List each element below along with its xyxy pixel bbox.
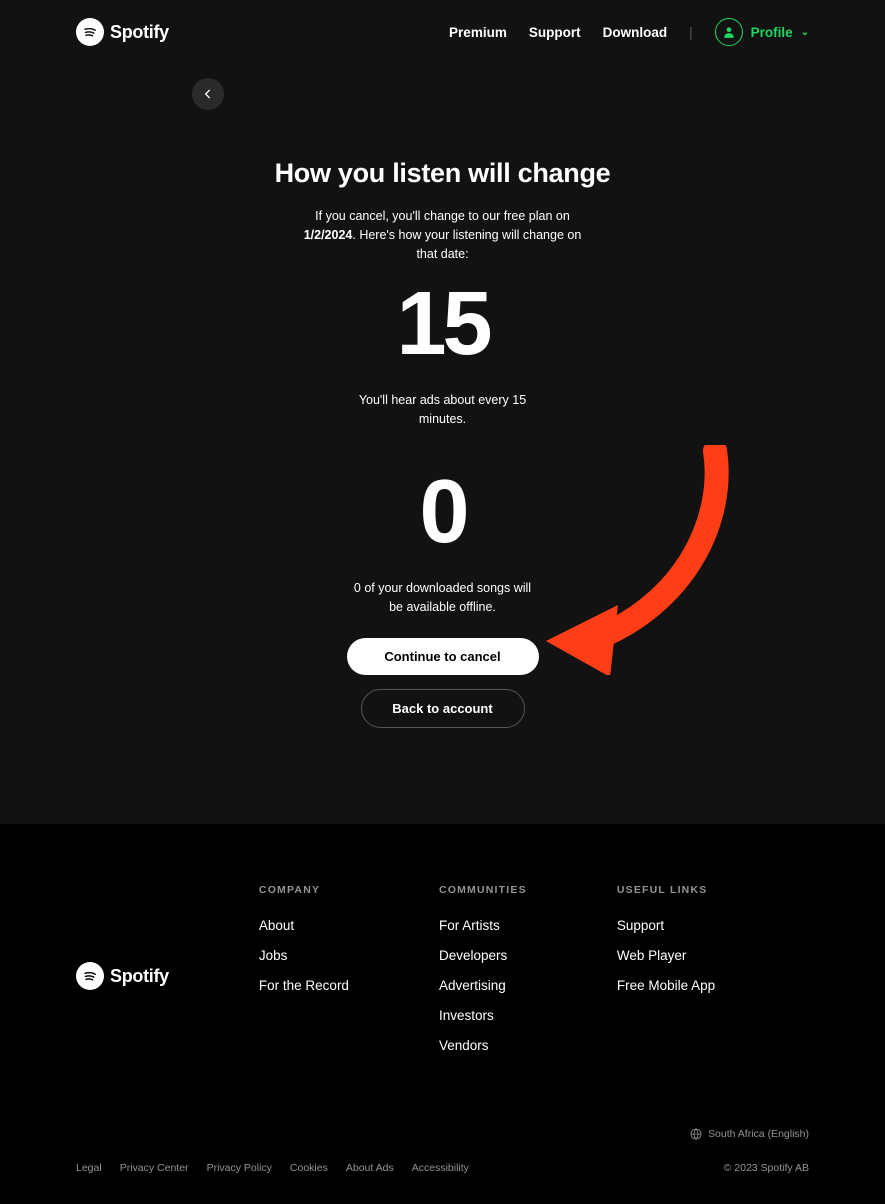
stat-downloads-number: 0	[0, 467, 885, 557]
locale-label: South Africa (English)	[708, 1128, 809, 1140]
brand-logo[interactable]: Spotify	[76, 18, 169, 46]
legal-link[interactable]: Accessibility	[412, 1162, 469, 1174]
chevron-down-icon: ⌄	[801, 27, 809, 38]
footer-link[interactable]: About	[259, 918, 349, 933]
footer-col-communities: COMMUNITIES For Artists Developers Adver…	[439, 884, 527, 1068]
copyright: © 2023 Spotify AB	[724, 1162, 809, 1174]
nav-download[interactable]: Download	[603, 25, 668, 40]
legal-link[interactable]: Privacy Policy	[207, 1162, 272, 1174]
legal-links: Legal Privacy Center Privacy Policy Cook…	[76, 1162, 469, 1174]
footer-col-useful: USEFUL LINKS Support Web Player Free Mob…	[617, 884, 715, 1068]
footer-link[interactable]: Support	[617, 918, 715, 933]
footer-link[interactable]: For the Record	[259, 978, 349, 993]
subtitle-prefix: If you cancel, you'll change to our free…	[315, 209, 570, 223]
stat-block-downloads: 0 0 of your downloaded songs will be ava…	[0, 467, 885, 617]
continue-cancel-button[interactable]: Continue to cancel	[347, 638, 539, 675]
footer-link[interactable]: Advertising	[439, 978, 527, 993]
avatar-icon	[715, 18, 743, 46]
footer-col-heading: COMPANY	[259, 884, 349, 896]
stat-downloads-text: 0 of your downloaded songs will be avail…	[353, 579, 533, 617]
chevron-left-icon	[201, 87, 215, 101]
locale-selector[interactable]: South Africa (English)	[76, 1128, 809, 1140]
footer-link[interactable]: Developers	[439, 948, 527, 963]
footer-link[interactable]: For Artists	[439, 918, 527, 933]
page-title: How you listen will change	[0, 158, 885, 189]
nav-separator: |	[689, 25, 693, 40]
top-header: Spotify Premium Support Download | Profi…	[0, 0, 885, 64]
legal-link[interactable]: Privacy Center	[120, 1162, 189, 1174]
nav-support[interactable]: Support	[529, 25, 581, 40]
subtitle: If you cancel, you'll change to our free…	[293, 207, 593, 263]
cta-group: Continue to cancel Back to account	[0, 638, 885, 728]
footer-brand-text: Spotify	[110, 966, 169, 987]
nav-premium[interactable]: Premium	[449, 25, 507, 40]
stat-block-ads: 15 You'll hear ads about every 15 minute…	[0, 279, 885, 429]
top-nav: Premium Support Download | Profile ⌄	[449, 18, 809, 46]
legal-link[interactable]: Cookies	[290, 1162, 328, 1174]
profile-label: Profile	[751, 25, 793, 40]
footer-link[interactable]: Web Player	[617, 948, 715, 963]
legal-link[interactable]: Legal	[76, 1162, 102, 1174]
site-footer: Spotify COMPANY About Jobs For the Recor…	[0, 824, 885, 1204]
footer-col-company: COMPANY About Jobs For the Record	[259, 884, 349, 1068]
back-button[interactable]	[192, 78, 224, 110]
main-content: How you listen will change If you cancel…	[0, 110, 885, 824]
footer-link[interactable]: Jobs	[259, 948, 349, 963]
profile-menu[interactable]: Profile ⌄	[715, 18, 809, 46]
footer-link[interactable]: Investors	[439, 1008, 527, 1023]
footer-col-heading: USEFUL LINKS	[617, 884, 715, 896]
globe-icon	[690, 1128, 702, 1140]
subtitle-date: 1/2/2024	[304, 228, 353, 242]
footer-link[interactable]: Vendors	[439, 1038, 527, 1053]
back-to-account-button[interactable]: Back to account	[361, 689, 525, 728]
subtitle-suffix: . Here's how your listening will change …	[352, 228, 581, 261]
stat-ads-number: 15	[0, 279, 885, 369]
spotify-icon	[76, 962, 104, 990]
legal-link[interactable]: About Ads	[346, 1162, 394, 1174]
footer-col-heading: COMMUNITIES	[439, 884, 527, 896]
brand-text: Spotify	[110, 22, 169, 43]
footer-link[interactable]: Free Mobile App	[617, 978, 715, 993]
spotify-icon	[76, 18, 104, 46]
stat-ads-text: You'll hear ads about every 15 minutes.	[353, 391, 533, 429]
footer-brand[interactable]: Spotify	[76, 884, 169, 1068]
